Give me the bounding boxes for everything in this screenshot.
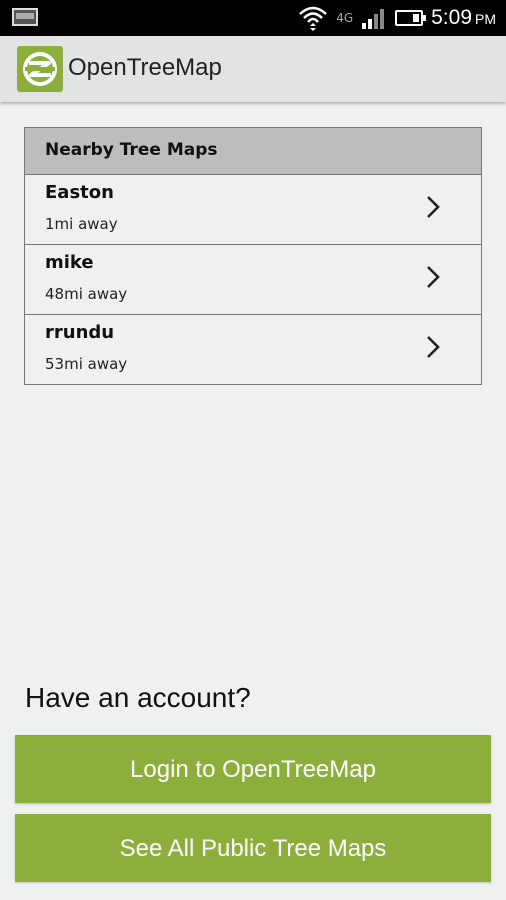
nearby-maps-list: Nearby Tree Maps Easton 1mi away mike 48… (24, 127, 482, 385)
see-public-maps-button[interactable]: See All Public Tree Maps (15, 814, 491, 882)
action-bar: OpenTreeMap (0, 36, 506, 102)
status-indicators: 4G 5:09 PM (298, 0, 496, 36)
gallery-notification-icon (12, 8, 38, 26)
battery-icon (395, 10, 427, 26)
app-title: OpenTreeMap (68, 54, 222, 81)
login-button[interactable]: Login to OpenTreeMap (15, 735, 491, 803)
map-distance: 53mi away (45, 355, 128, 373)
wifi-icon (299, 6, 328, 31)
map-list-item-easton[interactable]: Easton 1mi away (25, 175, 481, 245)
opentreemap-logo-icon[interactable] (17, 46, 63, 92)
account-prompt: Have an account? (25, 682, 251, 713)
status-clock: 5:09 PM (431, 6, 496, 29)
map-name: rrundu (45, 322, 115, 343)
chevron-right-icon (427, 266, 440, 288)
map-name: mike (45, 252, 94, 273)
map-distance: 48mi away (45, 285, 128, 303)
map-distance: 1mi away (45, 215, 118, 233)
map-list-item-mike[interactable]: mike 48mi away (25, 245, 481, 315)
chevron-right-icon (427, 336, 440, 358)
network-type-label: 4G (336, 11, 354, 25)
nearby-maps-header: Nearby Tree Maps (25, 128, 481, 175)
map-name: Easton (45, 182, 114, 203)
signal-strength-icon (362, 9, 385, 29)
map-list-item-rrundu[interactable]: rrundu 53mi away (25, 315, 481, 384)
chevron-right-icon (427, 196, 440, 218)
status-bar: 4G 5:09 PM (0, 0, 506, 36)
